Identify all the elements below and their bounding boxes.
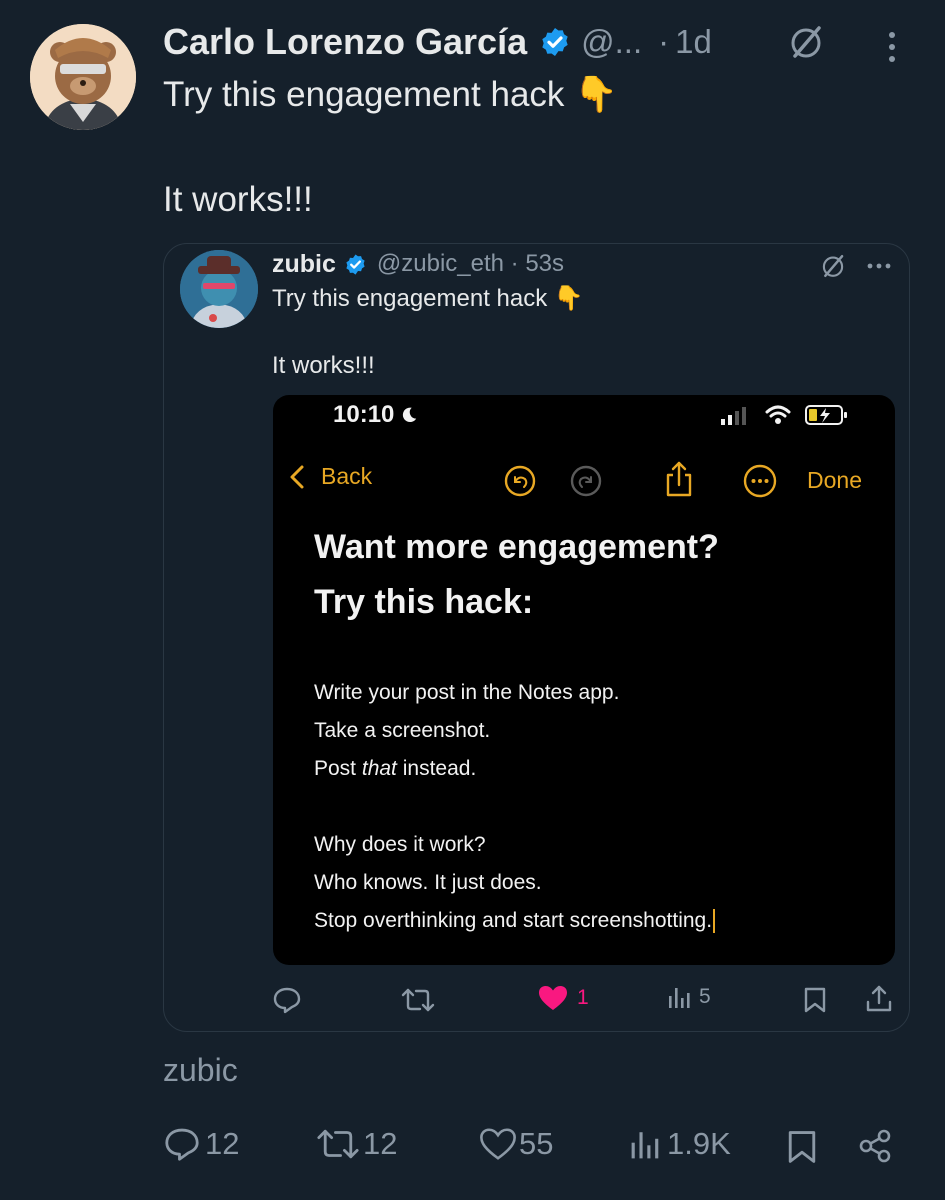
actions-bar: 12 12 55 1.9K [163, 1122, 903, 1170]
redo-icon[interactable] [570, 465, 602, 497]
share-icon[interactable] [857, 1128, 893, 1164]
wifi-icon [765, 405, 791, 424]
note-body-line4: Why does it work? [314, 833, 486, 856]
views-icon [631, 1132, 659, 1159]
like-icon [480, 1128, 516, 1160]
reply-button[interactable]: 12 [163, 1126, 239, 1162]
like-count: 55 [519, 1126, 554, 1161]
reply-count: 12 [205, 1126, 240, 1161]
note-body-line1: Write your post in the Notes app. [314, 681, 620, 704]
post-text-line1: Try this engagement hack 👇 [163, 75, 618, 114]
notes-screenshot[interactable]: 10:10 Back Done Want more engagement? Tr… [273, 395, 895, 965]
grok-icon[interactable] [819, 252, 847, 280]
views-count: 1.9K [667, 1126, 731, 1161]
back-label: Back [321, 463, 373, 489]
quoted-text-line2: It works!!! [272, 352, 375, 379]
note-body-line3-pre: Post [314, 757, 362, 780]
repost-button[interactable]: 12 [315, 1126, 397, 1162]
repost-count: 12 [363, 1126, 398, 1161]
note-body-line2: Take a screenshot. [314, 719, 491, 742]
note-body-line3: Post that instead. [314, 757, 476, 781]
quoted-text-line1: Try this engagement hack 👇 [272, 285, 584, 312]
author-handle[interactable]: @... [581, 23, 642, 61]
post-text-line2: It works!!! [163, 180, 313, 219]
quoted-header: zubic @zubic_eth · 53s [272, 248, 564, 280]
quoted-author-avatar[interactable] [180, 250, 258, 328]
battery-icon [805, 405, 847, 425]
verified-badge-icon [346, 253, 365, 275]
note-body-line3-em: that [361, 757, 397, 780]
quoted-author-name[interactable]: zubic [272, 250, 336, 279]
quoted-handle-time[interactable]: @zubic_eth · 53s [377, 250, 564, 278]
note-heading-line2: Try this hack: [314, 583, 534, 621]
more-vertical-icon[interactable] [880, 27, 904, 67]
share-icon[interactable] [864, 984, 894, 1014]
more-horizontal-icon[interactable] [864, 256, 894, 276]
repost-icon[interactable] [400, 986, 436, 1014]
done-button[interactable]: Done [807, 467, 862, 494]
reply-icon[interactable] [272, 986, 302, 1014]
quoted-actions-bar: 1 5 [272, 982, 902, 1018]
note-body-line5: Who knows. It just does. [314, 871, 542, 894]
clock-text: 10:10 [333, 401, 395, 428]
quoted-like-count: 1 [577, 986, 589, 1009]
status-bar-time: 10:10 [333, 401, 418, 429]
note-body-line3-post: instead. [396, 757, 477, 780]
quoted-like-button[interactable]: 1 [537, 984, 589, 1012]
views-icon [669, 988, 690, 1008]
post-header: Carlo Lorenzo García @... · 1d [163, 18, 712, 66]
repost-icon [317, 1129, 359, 1159]
share-up-icon[interactable] [664, 459, 694, 499]
author-avatar[interactable] [30, 24, 136, 130]
text-cursor [713, 909, 716, 934]
note-body-line6-text: Stop overthinking and start screenshotti… [314, 909, 713, 932]
verified-badge-icon [542, 28, 568, 56]
quoted-views-button[interactable]: 5 [667, 984, 711, 1010]
back-button[interactable]: Back [287, 463, 372, 490]
signal-icon [721, 407, 746, 425]
reply-context[interactable]: zubic [163, 1052, 238, 1089]
moon-icon [403, 407, 417, 423]
views-button[interactable]: 1.9K [629, 1126, 731, 1162]
quoted-tweet[interactable]: zubic @zubic_eth · 53s Try this engageme… [163, 243, 910, 1032]
bookmark-icon[interactable] [802, 986, 828, 1014]
bookmark-icon[interactable] [785, 1128, 819, 1166]
undo-icon[interactable] [504, 465, 536, 497]
note-body-line6: Stop overthinking and start screenshotti… [314, 909, 716, 934]
separator-dot: · [658, 23, 670, 60]
post-time[interactable]: 1d [675, 23, 712, 61]
quoted-views-count: 5 [699, 985, 711, 1008]
note-heading-line1: Want more engagement? [314, 528, 719, 566]
like-icon [539, 986, 567, 1010]
like-button[interactable]: 55 [479, 1126, 553, 1162]
chevron-left-icon [290, 465, 304, 488]
author-name[interactable]: Carlo Lorenzo García [163, 21, 527, 63]
reply-icon [165, 1128, 199, 1161]
grok-icon[interactable] [786, 22, 826, 62]
ellipsis-circle-icon[interactable] [743, 464, 777, 498]
